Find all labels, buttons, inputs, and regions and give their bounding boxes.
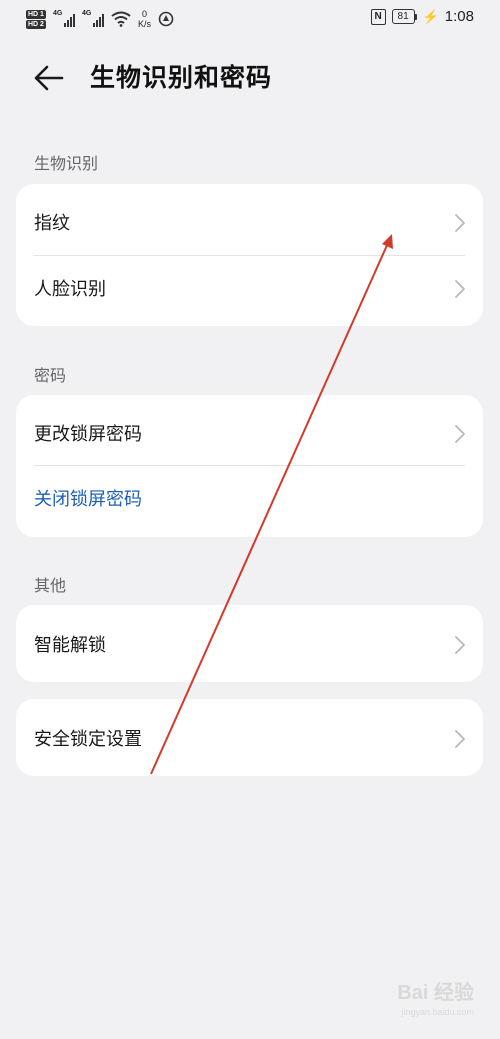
settings-item-label: 安全锁定设置	[34, 729, 142, 750]
app-notification-icon	[158, 11, 174, 27]
settings-item-label: 智能解锁	[34, 635, 106, 656]
section-label-password: 密码	[34, 366, 67, 385]
settings-item-face-recognition[interactable]: 人脸识别	[16, 253, 483, 323]
status-left: HD 1 HD 2 4G 4G 0 K/s	[26, 6, 174, 32]
speed-value: 0	[141, 9, 147, 19]
settings-item-label: 指纹	[34, 213, 70, 234]
back-arrow-icon[interactable]	[30, 60, 66, 96]
chevron-right-icon	[455, 214, 465, 232]
signal-sim1-icon: 4G	[53, 10, 75, 28]
nfc-icon: N	[370, 8, 386, 25]
section-label-other: 其他	[34, 576, 67, 595]
settings-item-label: 更改锁屏密码	[34, 424, 142, 445]
battery-icon: 81	[391, 9, 417, 24]
sim2-network-type: 4G	[81, 10, 92, 17]
status-right: N 81 ⚡ 1:08	[370, 8, 474, 25]
charging-icon: ⚡	[422, 8, 439, 24]
app-header: 生物识别和密码	[0, 40, 500, 116]
signal-sim2-icon: 4G	[82, 10, 104, 28]
watermark-brand: Bai 经验	[397, 982, 474, 1004]
page-title: 生物识别和密码	[90, 63, 273, 92]
battery-level: 81	[391, 9, 415, 24]
sim1-hd-badge: HD 1	[26, 9, 46, 19]
section-label-biometrics: 生物识别	[34, 154, 99, 173]
settings-item-label: 关闭锁屏密码	[34, 489, 142, 510]
settings-item-disable-lock-password[interactable]: 关闭锁屏密码	[16, 463, 483, 533]
security-lock-card: 安全锁定设置	[16, 699, 483, 776]
watermark-url: jingyan.baidu.com	[401, 1007, 474, 1017]
settings-item-security-lock-settings[interactable]: 安全锁定设置	[16, 703, 483, 773]
chevron-right-icon	[455, 730, 465, 748]
speed-unit: K/s	[137, 19, 151, 29]
hd-indicators: HD 1 HD 2	[26, 9, 46, 29]
watermark: Bai 经验 jingyan.baidu.com	[397, 976, 474, 1017]
settings-item-change-lock-password[interactable]: 更改锁屏密码	[16, 398, 483, 468]
settings-item-fingerprint[interactable]: 指纹	[16, 187, 483, 257]
clock: 1:08	[444, 8, 474, 25]
chevron-right-icon	[455, 280, 465, 298]
chevron-right-icon	[455, 425, 465, 443]
sim1-network-type: 4G	[52, 10, 63, 17]
network-speed: 0 K/s	[138, 9, 151, 29]
chevron-right-icon	[455, 636, 465, 654]
status-bar: HD 1 HD 2 4G 4G 0 K/s N 81 ⚡ 1:08	[0, 0, 500, 38]
settings-item-label: 人脸识别	[34, 279, 106, 300]
sim2-hd-badge: HD 2	[26, 19, 46, 29]
settings-item-smart-unlock[interactable]: 智能解锁	[16, 609, 483, 679]
password-card: 更改锁屏密码 关闭锁屏密码	[16, 395, 483, 537]
wifi-icon	[111, 11, 131, 27]
biometrics-card: 指纹 人脸识别	[16, 184, 483, 326]
smart-unlock-card: 智能解锁	[16, 605, 483, 682]
